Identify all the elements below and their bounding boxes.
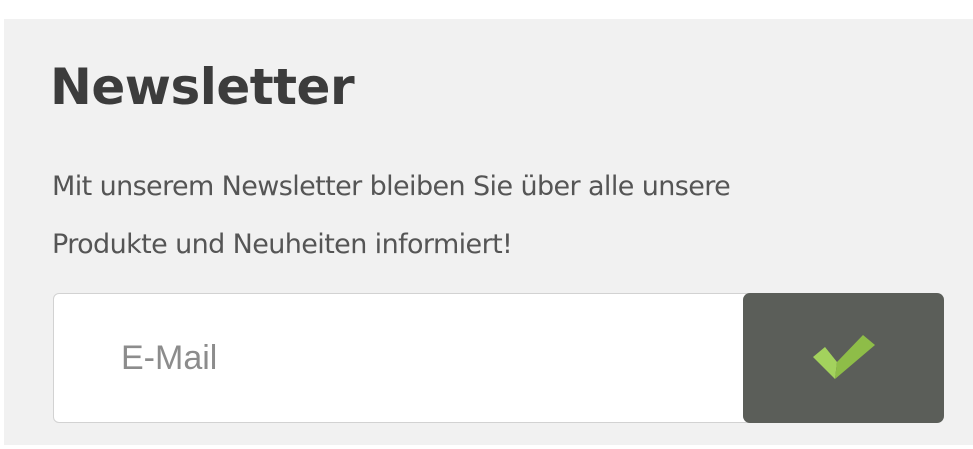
newsletter-description-line: Produkte und Neuheiten informiert! bbox=[52, 229, 513, 260]
checkmark-icon bbox=[813, 335, 875, 379]
newsletter-description: Mit unserem Newsletter bleiben Sie über … bbox=[52, 158, 952, 274]
newsletter-description-line: Mit unserem Newsletter bleiben Sie über … bbox=[52, 171, 731, 202]
email-input[interactable] bbox=[53, 293, 773, 423]
newsletter-title: Newsletter bbox=[50, 58, 355, 116]
newsletter-submit-button[interactable] bbox=[743, 293, 944, 423]
